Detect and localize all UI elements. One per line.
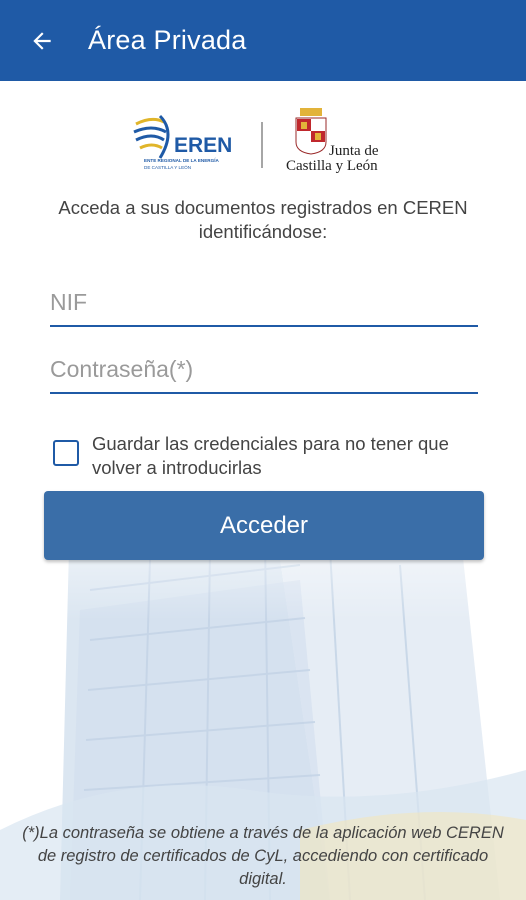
jcyl-line1: Junta de (329, 143, 379, 159)
jcyl-logo: Junta de Castilla y León (286, 108, 379, 174)
remember-checkbox[interactable] (53, 440, 79, 466)
back-button[interactable] (27, 26, 57, 56)
intro-text: Acceda a sus documentos registrados en C… (58, 197, 468, 242)
eren-logo-text: EREN (174, 134, 232, 157)
password-input[interactable] (50, 352, 478, 394)
eren-subtitle: DE CASTILLA Y LEÓN (144, 164, 191, 170)
logos-banner: EREN ENTE REGIONAL DE LA ENERGÍA DE CAST… (130, 102, 400, 180)
acceder-button[interactable]: Acceder (44, 491, 484, 560)
eren-logo: EREN ENTE REGIONAL DE LA ENERGÍA DE CAST… (133, 114, 232, 170)
app-bar: Área Privada (0, 0, 526, 81)
eren-tagline: ENTE REGIONAL DE LA ENERGÍA (144, 156, 219, 163)
remember-label: Guardar las credenciales para no tener q… (92, 433, 449, 478)
arrow-left-icon (33, 31, 51, 50)
remember-credentials-row[interactable]: Guardar las credenciales para no tener q… (53, 432, 503, 480)
jcyl-line2: Castilla y León (286, 158, 378, 174)
nif-input[interactable] (50, 285, 478, 327)
page-title: Área Privada (88, 25, 247, 55)
password-footnote: (*)La contraseña se obtiene a través de … (22, 824, 504, 888)
